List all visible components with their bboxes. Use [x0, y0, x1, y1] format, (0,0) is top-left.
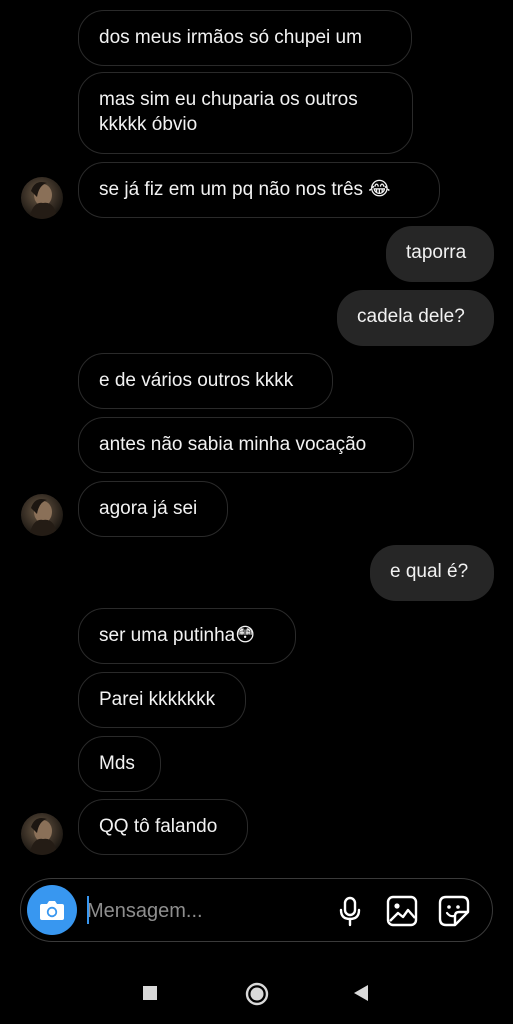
microphone-button[interactable]: [333, 894, 367, 928]
message-bubble-incoming[interactable]: antes não sabia minha vocação: [78, 417, 414, 473]
square-icon: [143, 986, 157, 1000]
message-input[interactable]: [87, 896, 317, 926]
triangle-back-icon: [354, 985, 368, 1001]
text-cursor: [87, 896, 89, 924]
gallery-icon: [386, 895, 418, 927]
message-bubble-outgoing[interactable]: taporra: [386, 226, 494, 282]
contact-avatar[interactable]: [21, 177, 63, 219]
recents-button[interactable]: [142, 985, 158, 1001]
message-composer: [20, 878, 493, 942]
microphone-icon: [339, 896, 361, 927]
camera-button[interactable]: [27, 885, 77, 935]
back-button[interactable]: [352, 984, 370, 1002]
message-bubble-incoming[interactable]: Mds: [78, 736, 161, 792]
message-bubble-incoming[interactable]: ser uma putinha😳: [78, 608, 296, 664]
message-bubble-incoming[interactable]: QQ tô falando: [78, 799, 248, 855]
message-bubble-outgoing[interactable]: cadela dele?: [337, 290, 494, 346]
camera-icon: [40, 901, 64, 920]
home-button[interactable]: [244, 981, 270, 1007]
sticker-icon: [438, 895, 470, 927]
contact-avatar[interactable]: [21, 494, 63, 536]
message-bubble-outgoing[interactable]: e qual é?: [370, 545, 494, 601]
message-bubble-incoming[interactable]: mas sim eu chuparia os outros kkkkk óbvi…: [78, 72, 413, 154]
message-bubble-incoming[interactable]: Parei kkkkkkk: [78, 672, 246, 728]
message-bubble-incoming[interactable]: agora já sei: [78, 481, 228, 537]
gallery-button[interactable]: [385, 894, 419, 928]
contact-avatar[interactable]: [21, 813, 63, 855]
message-bubble-incoming[interactable]: se já fiz em um pq não nos três 😂: [78, 162, 440, 218]
chat-screen: dos meus irmãos só chupei um mas sim eu …: [0, 0, 513, 1024]
message-bubble-incoming[interactable]: e de vários outros kkkk: [78, 353, 333, 409]
circle-icon: [245, 982, 269, 1006]
sticker-button[interactable]: [437, 894, 471, 928]
message-bubble-incoming[interactable]: dos meus irmãos só chupei um: [78, 10, 412, 66]
